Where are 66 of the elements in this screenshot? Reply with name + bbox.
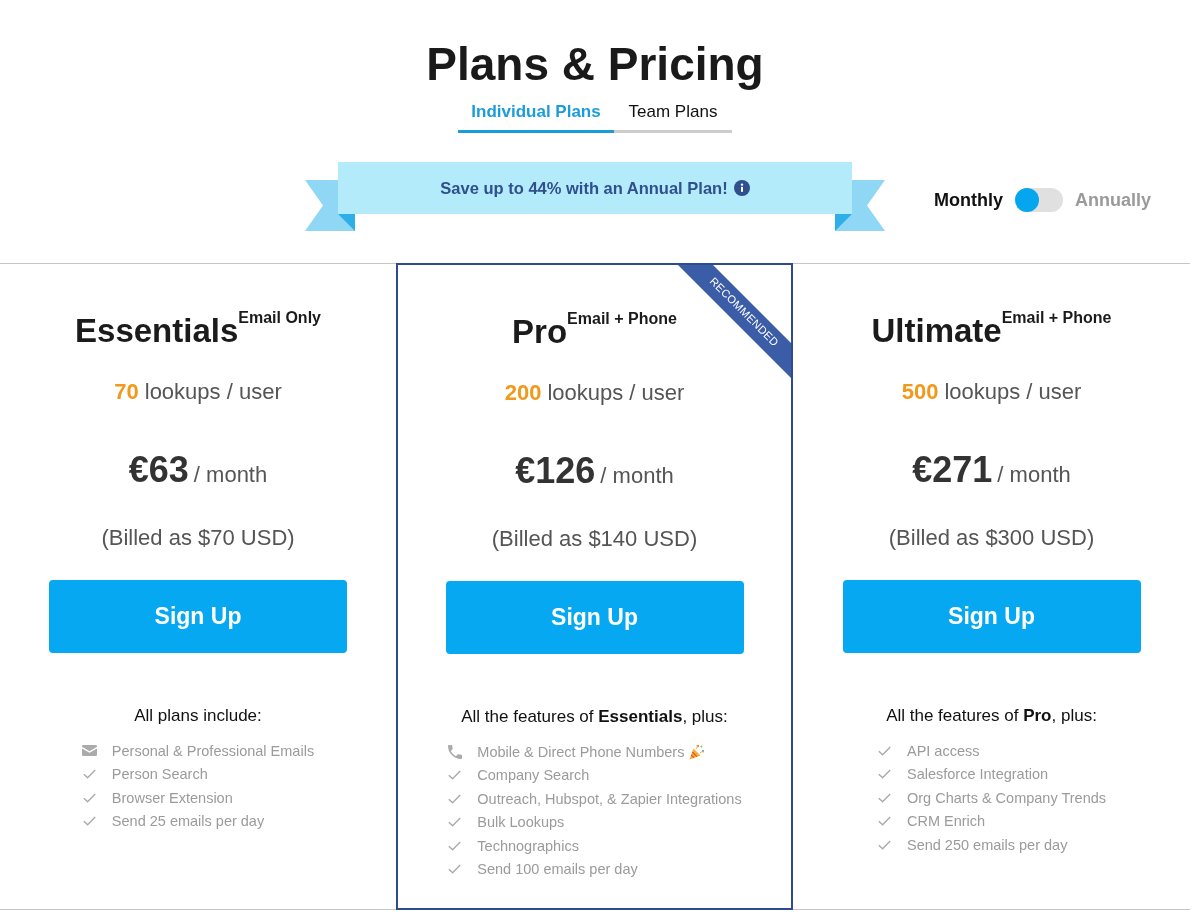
lookups-unit: lookups / user bbox=[144, 378, 282, 406]
check-icon bbox=[448, 793, 462, 804]
plan-name: Essentials bbox=[75, 311, 239, 351]
billing-toggle[interactable] bbox=[1015, 188, 1063, 212]
check-icon bbox=[877, 792, 891, 803]
lookups-unit: lookups / user bbox=[547, 379, 685, 407]
feature-text: Bulk Lookups bbox=[477, 813, 565, 833]
page-title: Plans & Pricing bbox=[426, 41, 764, 88]
billed-amount: (Billed as $140 USD) bbox=[491, 525, 698, 553]
feature-text: Mobile & Direct Phone Numbers bbox=[477, 742, 685, 762]
check-icon bbox=[877, 745, 891, 756]
check-icon bbox=[448, 817, 462, 828]
check-icon bbox=[877, 839, 891, 850]
sign-up-button[interactable]: Sign Up bbox=[49, 580, 347, 653]
annually-label: Annually bbox=[1075, 189, 1151, 212]
feature-text: Salesforce Integration bbox=[906, 765, 1049, 785]
feature-text: Send 250 emails per day bbox=[906, 835, 1068, 855]
plan-tier-label: Email + Phone bbox=[1001, 308, 1112, 326]
lookups-count: 200 bbox=[504, 379, 542, 407]
check-icon bbox=[82, 816, 96, 827]
check-icon bbox=[448, 840, 462, 851]
feature-text: Technographics bbox=[477, 836, 579, 856]
feature-text: CRM Enrich bbox=[906, 812, 986, 832]
toggle-knob bbox=[1015, 188, 1039, 212]
plan-tier-label: Email + Phone bbox=[567, 309, 677, 329]
price-period: / month bbox=[600, 462, 674, 490]
phone-icon bbox=[447, 744, 462, 759]
features-heading: All plans include: bbox=[134, 705, 262, 727]
feature-text: Send 25 emails per day bbox=[111, 812, 265, 832]
billed-amount: (Billed as $300 USD) bbox=[888, 524, 1095, 552]
sign-up-button[interactable]: Sign Up bbox=[445, 581, 744, 654]
check-icon bbox=[448, 864, 462, 875]
check-icon bbox=[82, 769, 96, 780]
feature-text: Org Charts & Company Trends bbox=[906, 788, 1107, 808]
sign-up-button[interactable]: Sign Up bbox=[842, 580, 1141, 653]
feature-text: Personal & Professional Emails bbox=[111, 741, 315, 761]
feature-text: Company Search bbox=[477, 766, 590, 786]
plan-price: €63 bbox=[128, 448, 189, 492]
plan-name: Ultimate bbox=[871, 312, 1002, 351]
info-icon bbox=[733, 180, 750, 196]
feature-text: Send 100 emails per day bbox=[477, 860, 638, 880]
plan-tab[interactable]: Individual Plans bbox=[458, 101, 614, 133]
check-icon bbox=[82, 792, 96, 803]
features-heading: All the features of Essentials, plus: bbox=[461, 706, 728, 728]
monthly-label: Monthly bbox=[934, 189, 1003, 212]
check-icon bbox=[448, 770, 462, 781]
plan-tab[interactable]: Team Plans bbox=[614, 101, 732, 133]
features-heading: All the features of Pro, plus: bbox=[886, 705, 1097, 727]
feature-text: Person Search bbox=[111, 765, 208, 785]
plan-price: €126 bbox=[515, 449, 596, 493]
envelope-icon bbox=[81, 745, 97, 757]
price-period: / month bbox=[193, 461, 268, 489]
check-icon bbox=[877, 816, 891, 827]
feature-text: API access bbox=[906, 741, 980, 761]
price-period: / month bbox=[997, 461, 1071, 489]
plan-tier-label: Email Only bbox=[238, 308, 321, 328]
feature-text: Browser Extension bbox=[111, 788, 233, 808]
banner-text: Save up to 44% with an Annual Plan! bbox=[440, 177, 728, 199]
check-icon bbox=[877, 769, 891, 780]
billed-amount: (Billed as $70 USD) bbox=[101, 524, 295, 552]
plan-price: €271 bbox=[912, 448, 993, 492]
lookups-unit: lookups / user bbox=[944, 378, 1082, 406]
feature-text: Outreach, Hubspot, & Zapier Integrations bbox=[477, 789, 742, 809]
plan-name: Pro bbox=[512, 312, 568, 352]
lookups-count: 500 bbox=[901, 378, 939, 406]
lookups-count: 70 bbox=[114, 378, 139, 406]
